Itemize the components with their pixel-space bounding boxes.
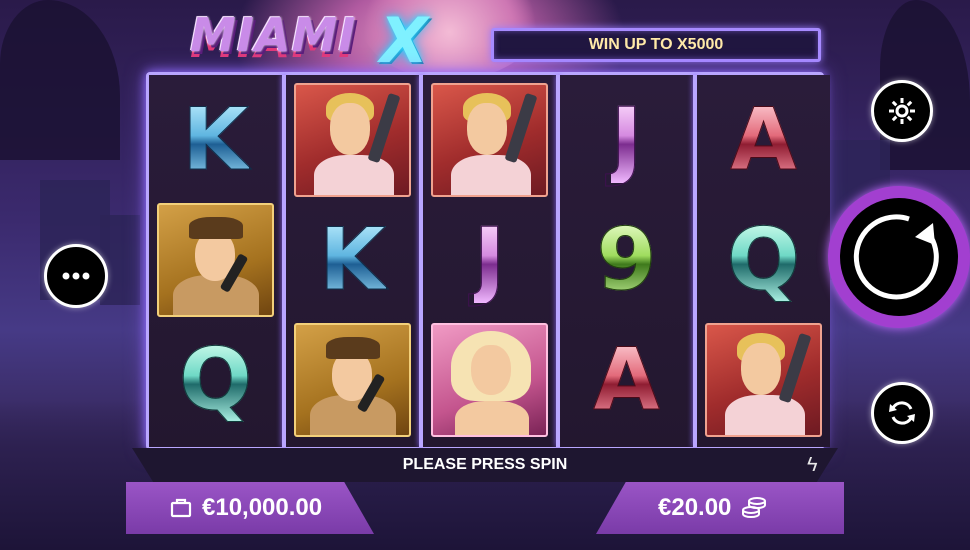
mobster-symbol [294,83,411,197]
reel-2: K [286,75,419,447]
symbol-cell [703,321,824,439]
mobster-symbol [431,83,548,197]
symbol-cell [429,321,550,439]
symbol-k: K [182,90,250,190]
more-icon [62,272,90,280]
game-logo: MIAMI X [190,4,450,77]
symbol-a: A [730,90,798,190]
spin-button[interactable] [828,186,970,328]
bet-panel[interactable]: €20.00 [596,482,844,534]
symbol-cell: Q [155,321,276,439]
coins-icon [742,497,767,519]
symbol-k: K [319,210,387,310]
palm-silhouette [0,0,120,160]
symbol-a: A [593,330,661,430]
symbol-cell: J [566,81,687,199]
symbol-j: J [473,210,506,310]
spin-button-core [840,198,958,316]
logo-text: MIAMI [190,8,357,62]
symbol-cell: A [703,81,824,199]
max-win-banner: WIN UP TO X5000 [491,28,821,62]
cop-symbol [294,323,411,437]
balance-value: €10,000.00 [202,494,323,521]
reel-grid: KQKJJ9AAQ [146,72,830,450]
wallet-icon [170,498,192,518]
turbo-button[interactable]: ϟ [807,454,818,477]
spin-icon [853,214,939,300]
symbol-j: J [610,90,643,190]
symbol-cell: K [292,201,413,319]
symbol-cell: J [429,201,550,319]
symbol-9: 9 [596,210,657,310]
building-silhouette [100,215,140,305]
symbol-q: Q [178,330,253,430]
symbol-q: Q [726,210,801,310]
gear-icon [889,98,915,124]
reel-4: J 9 A [560,75,693,447]
reel-3: J [423,75,556,447]
autoplay-button[interactable] [871,382,933,444]
bet-value: €20.00 [658,494,732,521]
symbol-cell: A [566,321,687,439]
balance-panel: €10,000.00 [126,482,374,534]
reel-5: AQ [697,75,830,447]
autoplay-icon [889,401,915,425]
cop-symbol [157,203,274,317]
mobster-symbol [705,323,822,437]
lady-symbol [431,323,548,437]
status-message: PLEASE PRESS SPIN [402,456,568,473]
symbol-cell [292,321,413,439]
symbol-cell [429,81,550,199]
symbol-cell [292,81,413,199]
symbol-cell: K [155,81,276,199]
settings-button[interactable] [871,80,933,142]
symbol-cell: Q [703,201,824,319]
lightning-icon: ϟ [807,454,818,476]
symbol-cell [155,201,276,319]
reel-1: KQ [149,75,282,447]
logo-x: X [380,4,428,77]
symbol-cell: 9 [566,201,687,319]
menu-button[interactable] [44,244,108,308]
